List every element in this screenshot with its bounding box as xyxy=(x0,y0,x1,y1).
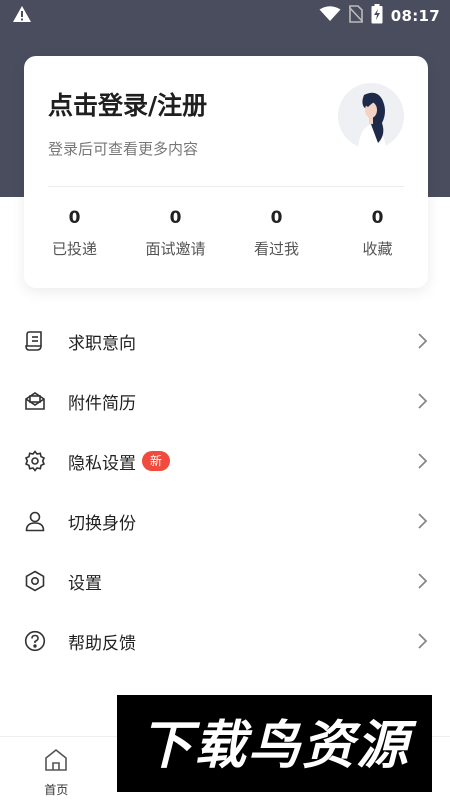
stat-value: 0 xyxy=(270,208,283,228)
stat-label: 收藏 xyxy=(362,240,393,258)
chevron-right-icon xyxy=(418,453,428,469)
menu-item-job-intention[interactable]: 求职意向 xyxy=(0,311,450,371)
menu-item-help-feedback[interactable]: 帮助反馈 xyxy=(0,611,450,671)
menu-item-settings[interactable]: 设置 xyxy=(0,551,450,611)
warning-icon xyxy=(12,5,32,27)
menu-label: 附件简历 xyxy=(68,393,136,414)
stat-favorites[interactable]: 0 收藏 xyxy=(327,208,428,259)
help-icon xyxy=(24,630,46,652)
chevron-right-icon xyxy=(418,573,428,589)
chevron-right-icon xyxy=(418,633,428,649)
watermark-logo: 下载鸟资源 xyxy=(139,716,416,776)
stats-row: 0 已投递 0 面试邀请 0 看过我 0 收藏 xyxy=(24,208,428,259)
status-bar: 08:17 xyxy=(0,0,450,32)
menu-label: 切换身份 xyxy=(68,513,136,534)
person-icon xyxy=(24,510,46,532)
home-icon xyxy=(43,747,69,777)
no-sim-icon xyxy=(348,5,364,27)
stat-viewed-me[interactable]: 0 看过我 xyxy=(226,208,327,259)
menu-label: 帮助反馈 xyxy=(68,633,136,654)
login-subtitle: 登录后可查看更多内容 xyxy=(48,140,199,158)
new-badge: 新 xyxy=(142,451,171,471)
tab-home[interactable]: 首页 xyxy=(0,737,113,800)
svg-text:下载鸟资源: 下载鸟资源 xyxy=(139,716,416,776)
avatar-illustration xyxy=(338,83,404,149)
settings-menu: 求职意向 附件简历 隐私设置 新 切换身份 设置 帮助反馈 xyxy=(0,311,450,671)
stat-label: 已投递 xyxy=(51,240,97,258)
menu-label: 隐私设置 xyxy=(68,453,136,474)
menu-item-attachment-resume[interactable]: 附件简历 xyxy=(0,371,450,431)
gear-icon xyxy=(24,450,46,472)
wifi-icon xyxy=(319,6,341,26)
battery-charging-icon xyxy=(371,4,383,28)
stat-value: 0 xyxy=(371,208,384,228)
chevron-right-icon xyxy=(418,393,428,409)
login-title[interactable]: 点击登录/注册 xyxy=(48,86,207,122)
avatar[interactable] xyxy=(338,83,404,149)
stat-delivered[interactable]: 0 已投递 xyxy=(24,208,125,259)
stat-label: 看过我 xyxy=(253,240,299,258)
stat-value: 0 xyxy=(68,208,81,228)
profile-card[interactable]: 点击登录/注册 登录后可查看更多内容 0 已投递 0 面试邀请 0 看过我 0 … xyxy=(24,56,428,288)
menu-label: 设置 xyxy=(68,573,102,594)
stat-interview-invites[interactable]: 0 面试邀请 xyxy=(125,208,226,259)
status-icons: 08:17 xyxy=(319,4,440,28)
menu-item-privacy-settings[interactable]: 隐私设置 新 xyxy=(0,431,450,491)
stat-value: 0 xyxy=(169,208,182,228)
stat-label: 面试邀请 xyxy=(145,240,206,258)
watermark-overlay: 下载鸟资源 xyxy=(117,695,432,792)
mail-icon xyxy=(24,390,46,412)
status-time: 08:17 xyxy=(390,7,440,25)
resume-icon xyxy=(24,330,46,352)
menu-label: 求职意向 xyxy=(68,333,136,354)
hexagon-settings-icon xyxy=(24,570,46,592)
chevron-right-icon xyxy=(418,333,428,349)
card-divider xyxy=(48,186,404,187)
tab-label: 首页 xyxy=(44,783,69,797)
chevron-right-icon xyxy=(418,513,428,529)
menu-item-switch-identity[interactable]: 切换身份 xyxy=(0,491,450,551)
